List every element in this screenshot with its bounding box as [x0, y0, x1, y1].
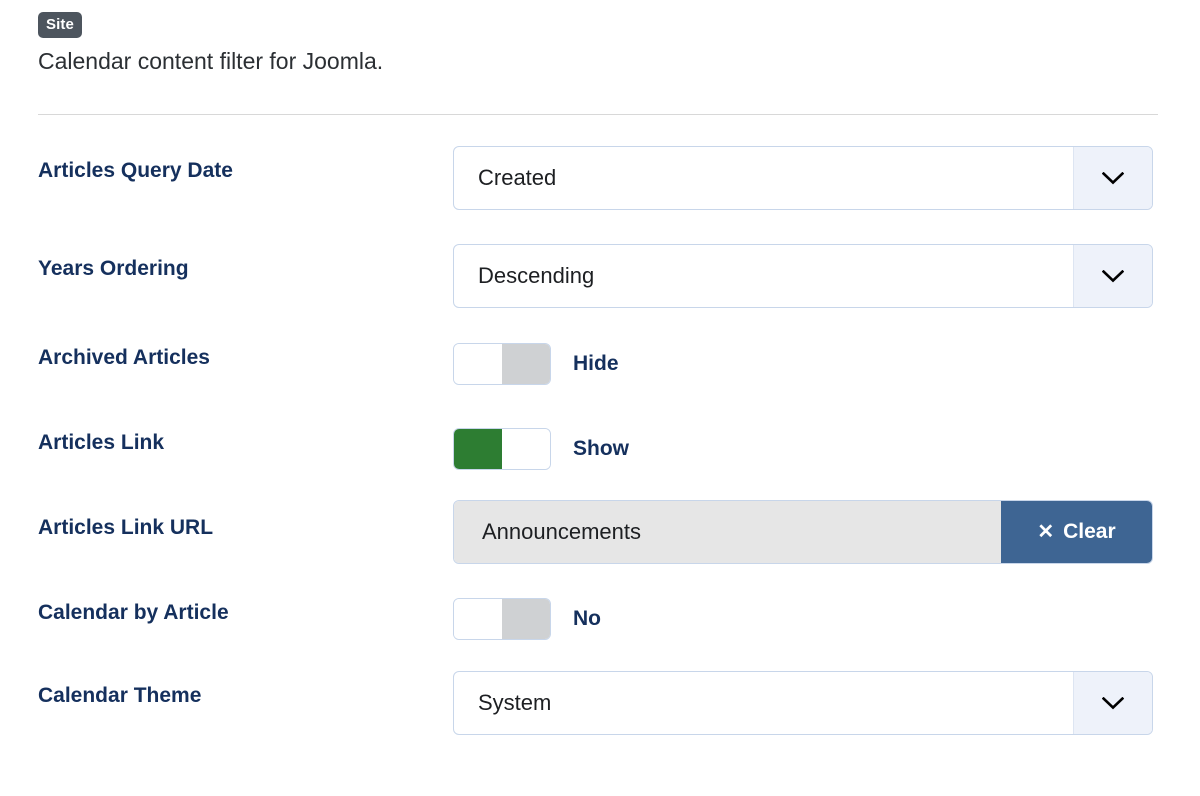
field-label-archived-articles: Archived Articles [38, 346, 210, 370]
form-row-calendar-by-article: Calendar by Article No [0, 583, 1200, 668]
toggle-half-right[interactable] [502, 599, 550, 639]
scope-badge: Site [38, 12, 82, 38]
select-value-calendar-theme: System [454, 690, 1073, 716]
form-row-years-ordering: Years Ordering Descending [0, 229, 1200, 328]
toggle-archived-articles[interactable] [453, 343, 551, 385]
field-label-calendar-theme: Calendar Theme [38, 684, 201, 708]
form-row-articles-link: Articles Link Show [0, 413, 1200, 498]
toggle-state-label-archived-articles: Hide [573, 352, 619, 376]
select-value-years-ordering: Descending [454, 263, 1073, 289]
select-value-articles-query-date: Created [454, 165, 1073, 191]
field-control-articles-link: Show [453, 417, 629, 481]
chevron-down-icon [1102, 270, 1124, 283]
field-control-articles-link-url: Announcements ✕ Clear [453, 500, 1153, 564]
field-control-calendar-by-article: No [453, 587, 601, 651]
select-arrow-calendar-theme[interactable] [1073, 672, 1152, 734]
select-articles-query-date[interactable]: Created [453, 146, 1153, 210]
toggle-state-label-calendar-by-article: No [573, 607, 601, 631]
toggle-articles-link[interactable] [453, 428, 551, 470]
select-years-ordering[interactable]: Descending [453, 244, 1153, 308]
toggle-half-left[interactable] [454, 344, 502, 384]
field-control-archived-articles: Hide [453, 332, 619, 396]
toggle-half-left[interactable] [454, 599, 502, 639]
field-label-articles-link-url: Articles Link URL [38, 516, 213, 540]
settings-form: Articles Query Date Created Years Orderi… [0, 130, 1200, 767]
select-arrow-years-ordering[interactable] [1073, 245, 1152, 307]
select-calendar-theme[interactable]: System [453, 671, 1153, 735]
field-control-articles-query-date: Created [453, 146, 1153, 210]
chevron-down-icon [1102, 172, 1124, 185]
field-label-articles-query-date: Articles Query Date [38, 159, 233, 183]
form-row-archived-articles: Archived Articles Hide [0, 328, 1200, 413]
form-row-articles-query-date: Articles Query Date Created [0, 130, 1200, 229]
toggle-state-label-articles-link: Show [573, 437, 629, 461]
chevron-down-icon [1102, 697, 1124, 710]
close-x-icon: ✕ [1037, 522, 1054, 542]
field-control-years-ordering: Descending [453, 244, 1153, 308]
form-row-articles-link-url: Articles Link URL Announcements ✕ Clear [0, 498, 1200, 583]
toggle-half-right[interactable] [502, 429, 550, 469]
form-row-calendar-theme: Calendar Theme System [0, 668, 1200, 767]
field-control-calendar-theme: System [453, 671, 1153, 735]
field-label-calendar-by-article: Calendar by Article [38, 601, 229, 625]
articles-link-url-field[interactable]: Announcements [454, 501, 1001, 563]
toggle-half-right[interactable] [502, 344, 550, 384]
field-label-articles-link: Articles Link [38, 431, 164, 455]
plugin-description: Calendar content filter for Joomla. [38, 47, 1158, 76]
select-arrow-articles-query-date[interactable] [1073, 147, 1152, 209]
field-label-years-ordering: Years Ordering [38, 257, 189, 281]
clear-button[interactable]: ✕ Clear [1001, 501, 1152, 563]
toggle-calendar-by-article[interactable] [453, 598, 551, 640]
clear-button-label: Clear [1063, 520, 1116, 544]
plugin-header: Site Calendar content filter for Joomla. [38, 12, 1158, 76]
header-divider [38, 114, 1158, 115]
input-group-articles-link-url: Announcements ✕ Clear [453, 500, 1153, 564]
toggle-half-left[interactable] [454, 429, 502, 469]
